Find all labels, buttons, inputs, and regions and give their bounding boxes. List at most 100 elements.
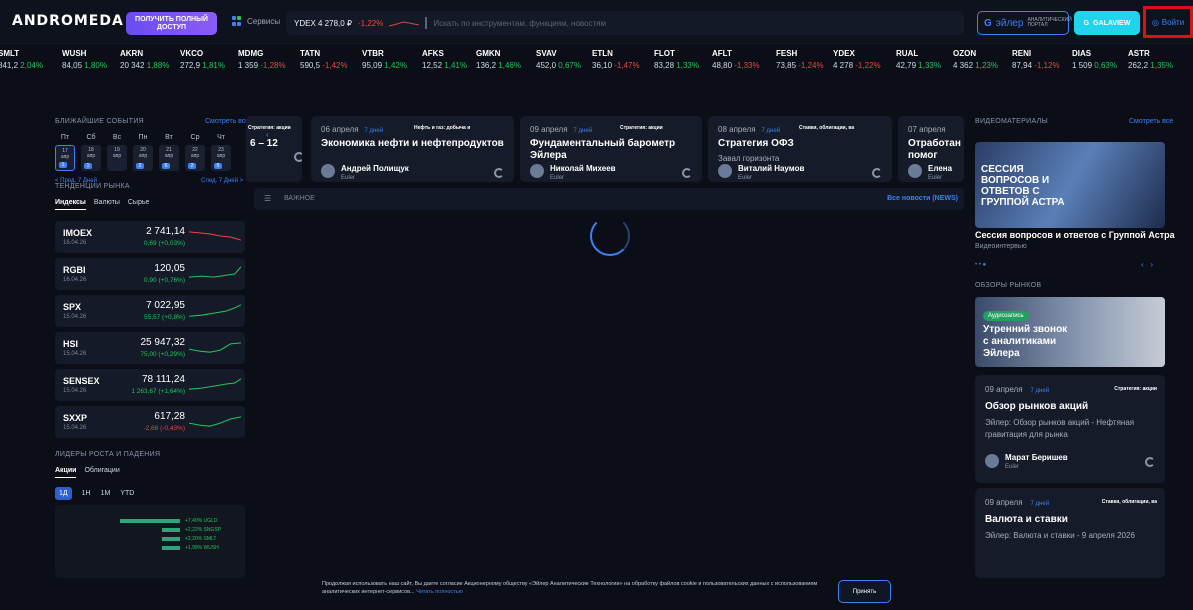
index-name: SXXP: [63, 413, 88, 423]
index-name: HSI: [63, 339, 79, 349]
euler-sublabel: АНАЛИТИЧЕСКИЙ ПОРТАЛ: [1027, 17, 1072, 28]
euler-portal-button[interactable]: G эйлер АНАЛИТИЧЕСКИЙ ПОРТАЛ: [977, 11, 1072, 35]
ticker-item[interactable]: OZON 4 362 1,23%: [953, 49, 998, 70]
ticker-value: 590,5 -1,42%: [300, 61, 348, 70]
galaview-button[interactable]: G GALAVIEW: [1074, 11, 1140, 35]
leader-bar: [162, 546, 180, 550]
index-row[interactable]: SPX 15.04.26 7 022,95 55,57 (+0,8%): [55, 295, 245, 327]
ticker-item[interactable]: MDMG 1 359 -1,28%: [238, 49, 286, 70]
index-price: 120,05: [154, 263, 185, 274]
ticker-value: 841,2 2,04%: [0, 61, 43, 70]
leader-label: +1,99% WUSH: [185, 545, 219, 551]
index-row[interactable]: SXXP 15.04.26 617,28 -2,68 (-0,43%): [55, 406, 245, 438]
ticker-item[interactable]: SMLT 841,2 2,04%: [0, 49, 43, 70]
all-news-link[interactable]: Все новости (NEWS): [887, 195, 958, 202]
ticker-symbol: RENI: [1012, 49, 1032, 58]
index-price: 7 022,95: [146, 300, 185, 311]
chevron-left-icon[interactable]: ‹: [266, 130, 269, 139]
get-full-access-button[interactable]: ПОЛУЧИТЬ ПОЛНЫЙ ДОСТУП: [126, 12, 217, 35]
carousel-dots[interactable]: • • ●: [975, 262, 986, 268]
ticker-item[interactable]: DIAS 1 509 0,63%: [1072, 49, 1117, 70]
ticker-item[interactable]: RENI 87,94 -1,12%: [1012, 49, 1060, 70]
ticker-value: 42,79 1,33%: [896, 61, 941, 70]
calendar-day[interactable]: 23 апр 5: [211, 145, 231, 171]
tab-bonds[interactable]: Облигации: [84, 467, 119, 478]
ticker-item[interactable]: YDEX 4 278 -1,22%: [833, 49, 881, 70]
index-row[interactable]: SENSEX 15.04.26 78 111,24 1 263,67 (+1,64%): [55, 369, 245, 401]
tab-stocks[interactable]: Акции: [55, 467, 77, 478]
index-date: 16.04.26: [63, 277, 87, 283]
video-thumbnail[interactable]: СЕССИЯ ВОПРОСОВ И ОТВЕТОВ С ГРУППОЙ АСТР…: [975, 142, 1165, 228]
ticker-item[interactable]: ETLN 36,10 -1,47%: [592, 49, 640, 70]
event-card[interactable]: Стратегия: акции 6 – 12 ‹: [246, 116, 302, 182]
index-name: IMOEX: [63, 228, 93, 238]
event-card[interactable]: 09 апреля 7 дней Стратегия: акции Фундамент…: [520, 116, 702, 182]
event-count-badge: 2: [188, 163, 196, 169]
ticker-item[interactable]: AFLT 48,80 -1,33%: [712, 49, 760, 70]
avatar: [718, 164, 732, 178]
calendar-day[interactable]: 21 апр 6: [159, 145, 179, 171]
ticker-symbol: GMKN: [476, 49, 501, 58]
ticker-item[interactable]: AKRN 20 342 1,88%: [120, 49, 169, 70]
ticker-item[interactable]: FLOT 83,28 1,33%: [654, 49, 699, 70]
event-card[interactable]: 08 апреля 7 дней Ставки, облигации, ва Стра…: [708, 116, 892, 182]
index-row[interactable]: RGBI 16.04.26 120,05 0,90 (+0,76%): [55, 258, 245, 290]
search-cursor: [425, 17, 428, 29]
ticker-item[interactable]: ASTR 262,2 1,35%: [1128, 49, 1173, 70]
calendar-day[interactable]: 18 апр 1: [81, 145, 101, 171]
cookie-notice: Продолжая использовать наш сайт, Вы дает…: [322, 580, 832, 602]
tab-indices[interactable]: Индексы: [55, 199, 86, 210]
logo[interactable]: ANDROMEDA: [12, 13, 124, 29]
weekday-label: Сб: [86, 134, 96, 141]
index-date: 16.04.26: [63, 240, 87, 246]
ticker-item[interactable]: TATN 590,5 -1,42%: [300, 49, 348, 70]
video-caption[interactable]: Сессия вопросов и ответов с Группой Астр…: [975, 230, 1175, 240]
tab-commodities[interactable]: Сырье: [128, 199, 150, 210]
event-card[interactable]: 06 апреля 7 дней Нефть и газ: добыча и Экон…: [311, 116, 514, 182]
calendar-day[interactable]: 20 апр 2: [133, 145, 153, 171]
services-menu[interactable]: Сервисы: [232, 16, 280, 26]
period-ytd[interactable]: YTD: [120, 490, 134, 497]
calendar-day[interactable]: 17 апр 1: [55, 145, 75, 171]
period-selector: 1Д 1Н 1М YTD: [55, 487, 134, 500]
galaview-logo-icon: G: [1083, 19, 1090, 27]
index-row[interactable]: HSI 15.04.26 25 947,32 75,00 (+0,29%): [55, 332, 245, 364]
period-1m[interactable]: 1М: [101, 490, 111, 497]
event-card-title: Отработан помог: [908, 138, 961, 161]
euler-icon: [682, 168, 692, 178]
review-thumbnail[interactable]: Аудиозапись Утренний звонок с аналитикам…: [975, 297, 1165, 367]
search-input[interactable]: YDEX 4 278,0 ₽ -1,22% Искать по инструме…: [286, 11, 964, 35]
event-card-author: Николай Михеев: [550, 164, 616, 173]
ticker-item[interactable]: FESH 73,85 -1,24%: [776, 49, 824, 70]
event-card[interactable]: 07 апреля Отработан помог Елена Euler: [898, 116, 964, 182]
period-1d[interactable]: 1Д: [55, 487, 72, 500]
videos-see-all-link[interactable]: Смотреть все: [1129, 118, 1173, 125]
cookie-read-more-link[interactable]: Читать полностью: [416, 589, 463, 595]
period-1w[interactable]: 1Н: [82, 490, 91, 497]
event-card-author: Андрей Полищук: [341, 164, 409, 173]
calendar-day[interactable]: 22 апр 2: [185, 145, 205, 171]
accept-cookies-button[interactable]: Принять: [838, 580, 891, 603]
ticker-item[interactable]: SVAV 452,0 0,67%: [536, 49, 581, 70]
review-card-2-tag: Ставки, облигации, ва: [1101, 499, 1157, 505]
tab-currencies[interactable]: Валюты: [94, 199, 120, 210]
audio-badge: Аудиозапись: [983, 311, 1029, 321]
events-see-all-link[interactable]: Смотреть все: [205, 118, 249, 125]
ticker-item[interactable]: VKCO 272,9 1,81%: [180, 49, 225, 70]
carousel-arrows[interactable]: ‹ ›: [1141, 260, 1153, 269]
event-card-author: Елена: [928, 164, 953, 173]
event-card-org: Euler: [550, 175, 565, 181]
ticker-item[interactable]: AFKS 12,52 1,41%: [422, 49, 467, 70]
ticker-item[interactable]: WUSH 84,05 1,80%: [62, 49, 107, 70]
calendar-day[interactable]: 19 апр: [107, 145, 127, 171]
index-price: 78 111,24: [141, 374, 185, 385]
ticker-item[interactable]: VTBR 95,09 1,42%: [362, 49, 407, 70]
review-card[interactable]: 09 апреля 7 дней Стратегия: акции Обзор р…: [975, 375, 1165, 483]
index-row[interactable]: IMOEX 16.04.26 2 741,14 0,69 (+0,03%): [55, 221, 245, 253]
ticker-item[interactable]: RUAL 42,79 1,33%: [896, 49, 941, 70]
events-next-link[interactable]: След. 7 Дней >: [201, 178, 243, 184]
event-card-tag: Нефть и газ: добыча и: [414, 125, 471, 131]
login-button[interactable]: ◎ Войти: [1143, 6, 1193, 38]
ticker-item[interactable]: GMKN 136,2 1,46%: [476, 49, 521, 70]
review-card-2[interactable]: 09 апреля 7 дней Ставки, облигации, ва Ва…: [975, 488, 1165, 578]
